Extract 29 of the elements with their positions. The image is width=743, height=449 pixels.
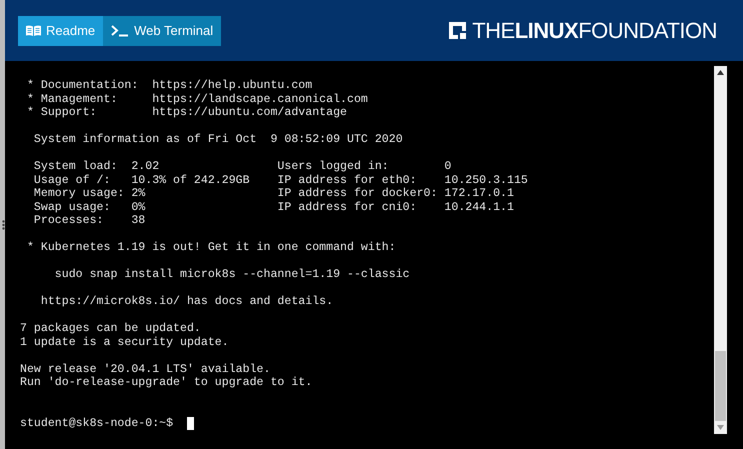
scrollbar-thumb[interactable] [715,351,726,421]
scroll-down-icon[interactable] [717,425,724,430]
grip-icon[interactable] [2,220,5,230]
terminal-line: Usage of /: 10.3% of 242.29GB IP address for eth0: 10.250.3.115 [32,174,529,187]
terminal-line: * Documentation: https://help.ubuntu.com [26,79,314,92]
terminal-line: Memory usage: 2% IP address for docker0: 172.17.0.1 [32,187,515,200]
terminal-line: https://microk8s.io/ has docs and details. [40,295,334,308]
terminal-line: Swap usage: 0% IP address for cni0: 10.244.1.1 [32,200,515,214]
scrollbar[interactable] [714,66,727,434]
terminal-line: New release '20.04.1 LTS' available. [20,362,272,376]
cursor [187,416,194,430]
terminal-line: Processes: 38 [32,214,146,228]
terminal-line: System information as of Fri Oct 9 08:52:09 UTC 2020 [32,133,404,146]
tab[interactable]: Readme [18,16,104,46]
terminal-line: * Kubernetes 1.19 is out! Get it in one command with: [26,241,397,254]
logo-text: THELINUXFOUNDATION [472,20,717,42]
tab[interactable]: Web Terminal [103,16,222,46]
terminal-line: sudo snap install microk8s --channel=1.19 --classic [54,268,411,282]
terminal-line: * Support: https://ubuntu.com/advantage [26,106,348,120]
terminal-line: System load: 2.02 Users logged in: 0 [32,160,452,174]
terminal-icon [111,24,130,36]
terminal-line: 1 update is a security update. [20,336,230,349]
book-icon [26,25,41,36]
terminal-line: * Management: https://landscape.canonical.com [26,92,369,106]
terminal-line: 7 packages can be updated. [20,322,202,336]
terminal-line: Run 'do-release-upgrade' to upgrade to it. [20,376,314,390]
scroll-up-icon[interactable] [717,70,724,75]
logo-icon [449,22,466,39]
shell-prompt: student@sk8s-node-0:~$ [20,416,174,430]
